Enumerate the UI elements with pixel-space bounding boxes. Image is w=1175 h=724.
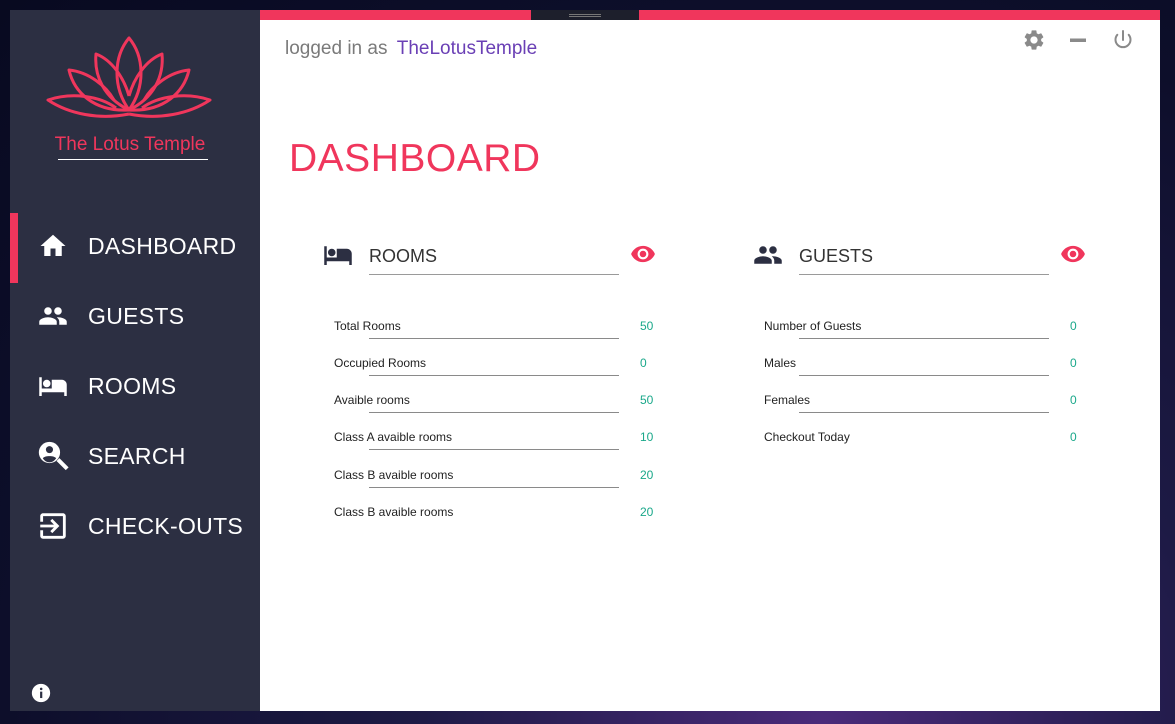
stat-label: Avaible rooms [334,393,410,407]
stat-value: 0 [1070,430,1077,444]
stat-value: 20 [640,505,654,519]
sidebar-item-dashboard[interactable]: DASHBOARD [10,211,260,283]
gear-icon[interactable] [1022,28,1046,52]
drag-handle[interactable] [531,10,639,20]
divider [799,274,1049,275]
page-title: DASHBOARD [289,137,541,180]
people-icon [754,246,782,264]
rooms-card-title: ROOMS [369,246,438,266]
list-item: Males 0 [764,356,1104,393]
info-icon[interactable] [30,682,52,704]
minimize-icon[interactable] [1066,28,1090,52]
sidebar-item-search[interactable]: SEARCH [10,421,260,491]
stat-label: Class B avaible rooms [334,468,454,482]
list-item: Number of Guests 0 [764,319,1104,356]
sidebar: The Lotus Temple DASHBOARD GUESTS ROOMS … [10,10,260,711]
list-item: Females 0 [764,393,1104,430]
sidebar-item-label: SEARCH [88,442,186,469]
stat-value: 0 [1070,356,1077,370]
guests-card-header: GUESTS [753,240,1098,280]
stat-label: Occupied Rooms [334,356,427,370]
list-item: Class B avaible rooms 20 [334,505,674,542]
stat-value: 0 [1070,319,1077,333]
login-status: logged in as TheLotusTemple [285,38,537,60]
sidebar-item-label: ROOMS [88,372,177,399]
home-icon [34,227,72,265]
sidebar-item-label: DASHBOARD [88,232,237,259]
sidebar-item-check-outs[interactable]: CHECK-OUTS [10,491,260,561]
title-bar [639,10,1160,20]
rooms-card-header: ROOMS [323,240,668,280]
lotus-logo [46,36,212,118]
list-item: Total Rooms 50 [334,319,674,356]
list-item: Avaible rooms 50 [334,393,674,430]
list-item: Checkout Today 0 [764,430,1104,467]
stat-value: 10 [640,430,654,444]
bed-icon [324,246,352,265]
guests-card-title: GUESTS [799,246,874,266]
bed-icon [34,367,72,405]
list-item: Occupied Rooms 0 [334,356,674,393]
stat-label: Checkout Today [764,430,850,444]
app-window: The Lotus Temple DASHBOARD GUESTS ROOMS … [10,10,1160,711]
divider [369,274,619,275]
login-prefix: logged in as [285,38,388,59]
people-icon [34,297,72,335]
stat-value: 0 [640,356,647,370]
brand-name: The Lotus Temple [54,134,206,155]
main-content: logged in as TheLotusTemple DASHBOARD RO… [260,10,1160,711]
sidebar-item-label: CHECK-OUTS [88,512,244,539]
sidebar-item-label: GUESTS [88,302,185,329]
stat-label: Males [764,356,797,370]
brand-underline [58,159,208,160]
stat-value: 20 [640,468,654,482]
list-item: Class B avaible rooms 20 [334,468,674,505]
person-search-icon [34,437,72,475]
stat-value: 50 [640,319,654,333]
sidebar-item-guests[interactable]: GUESTS [10,281,260,351]
title-bar [260,10,531,20]
stat-label: Class A avaible rooms [334,430,453,444]
stat-label: Class B avaible rooms [334,505,454,519]
exit-icon [34,507,72,545]
stat-value: 0 [1070,393,1077,407]
stat-label: Females [764,393,811,407]
eye-icon[interactable] [1060,241,1086,267]
list-item: Class A avaible rooms 10 [334,430,674,467]
power-icon[interactable] [1111,28,1135,52]
sidebar-item-rooms[interactable]: ROOMS [10,351,260,421]
stat-label: Total Rooms [334,319,401,333]
username: TheLotusTemple [396,38,538,59]
stat-value: 50 [640,393,654,407]
eye-icon[interactable] [630,241,656,267]
stat-label: Number of Guests [764,319,862,333]
